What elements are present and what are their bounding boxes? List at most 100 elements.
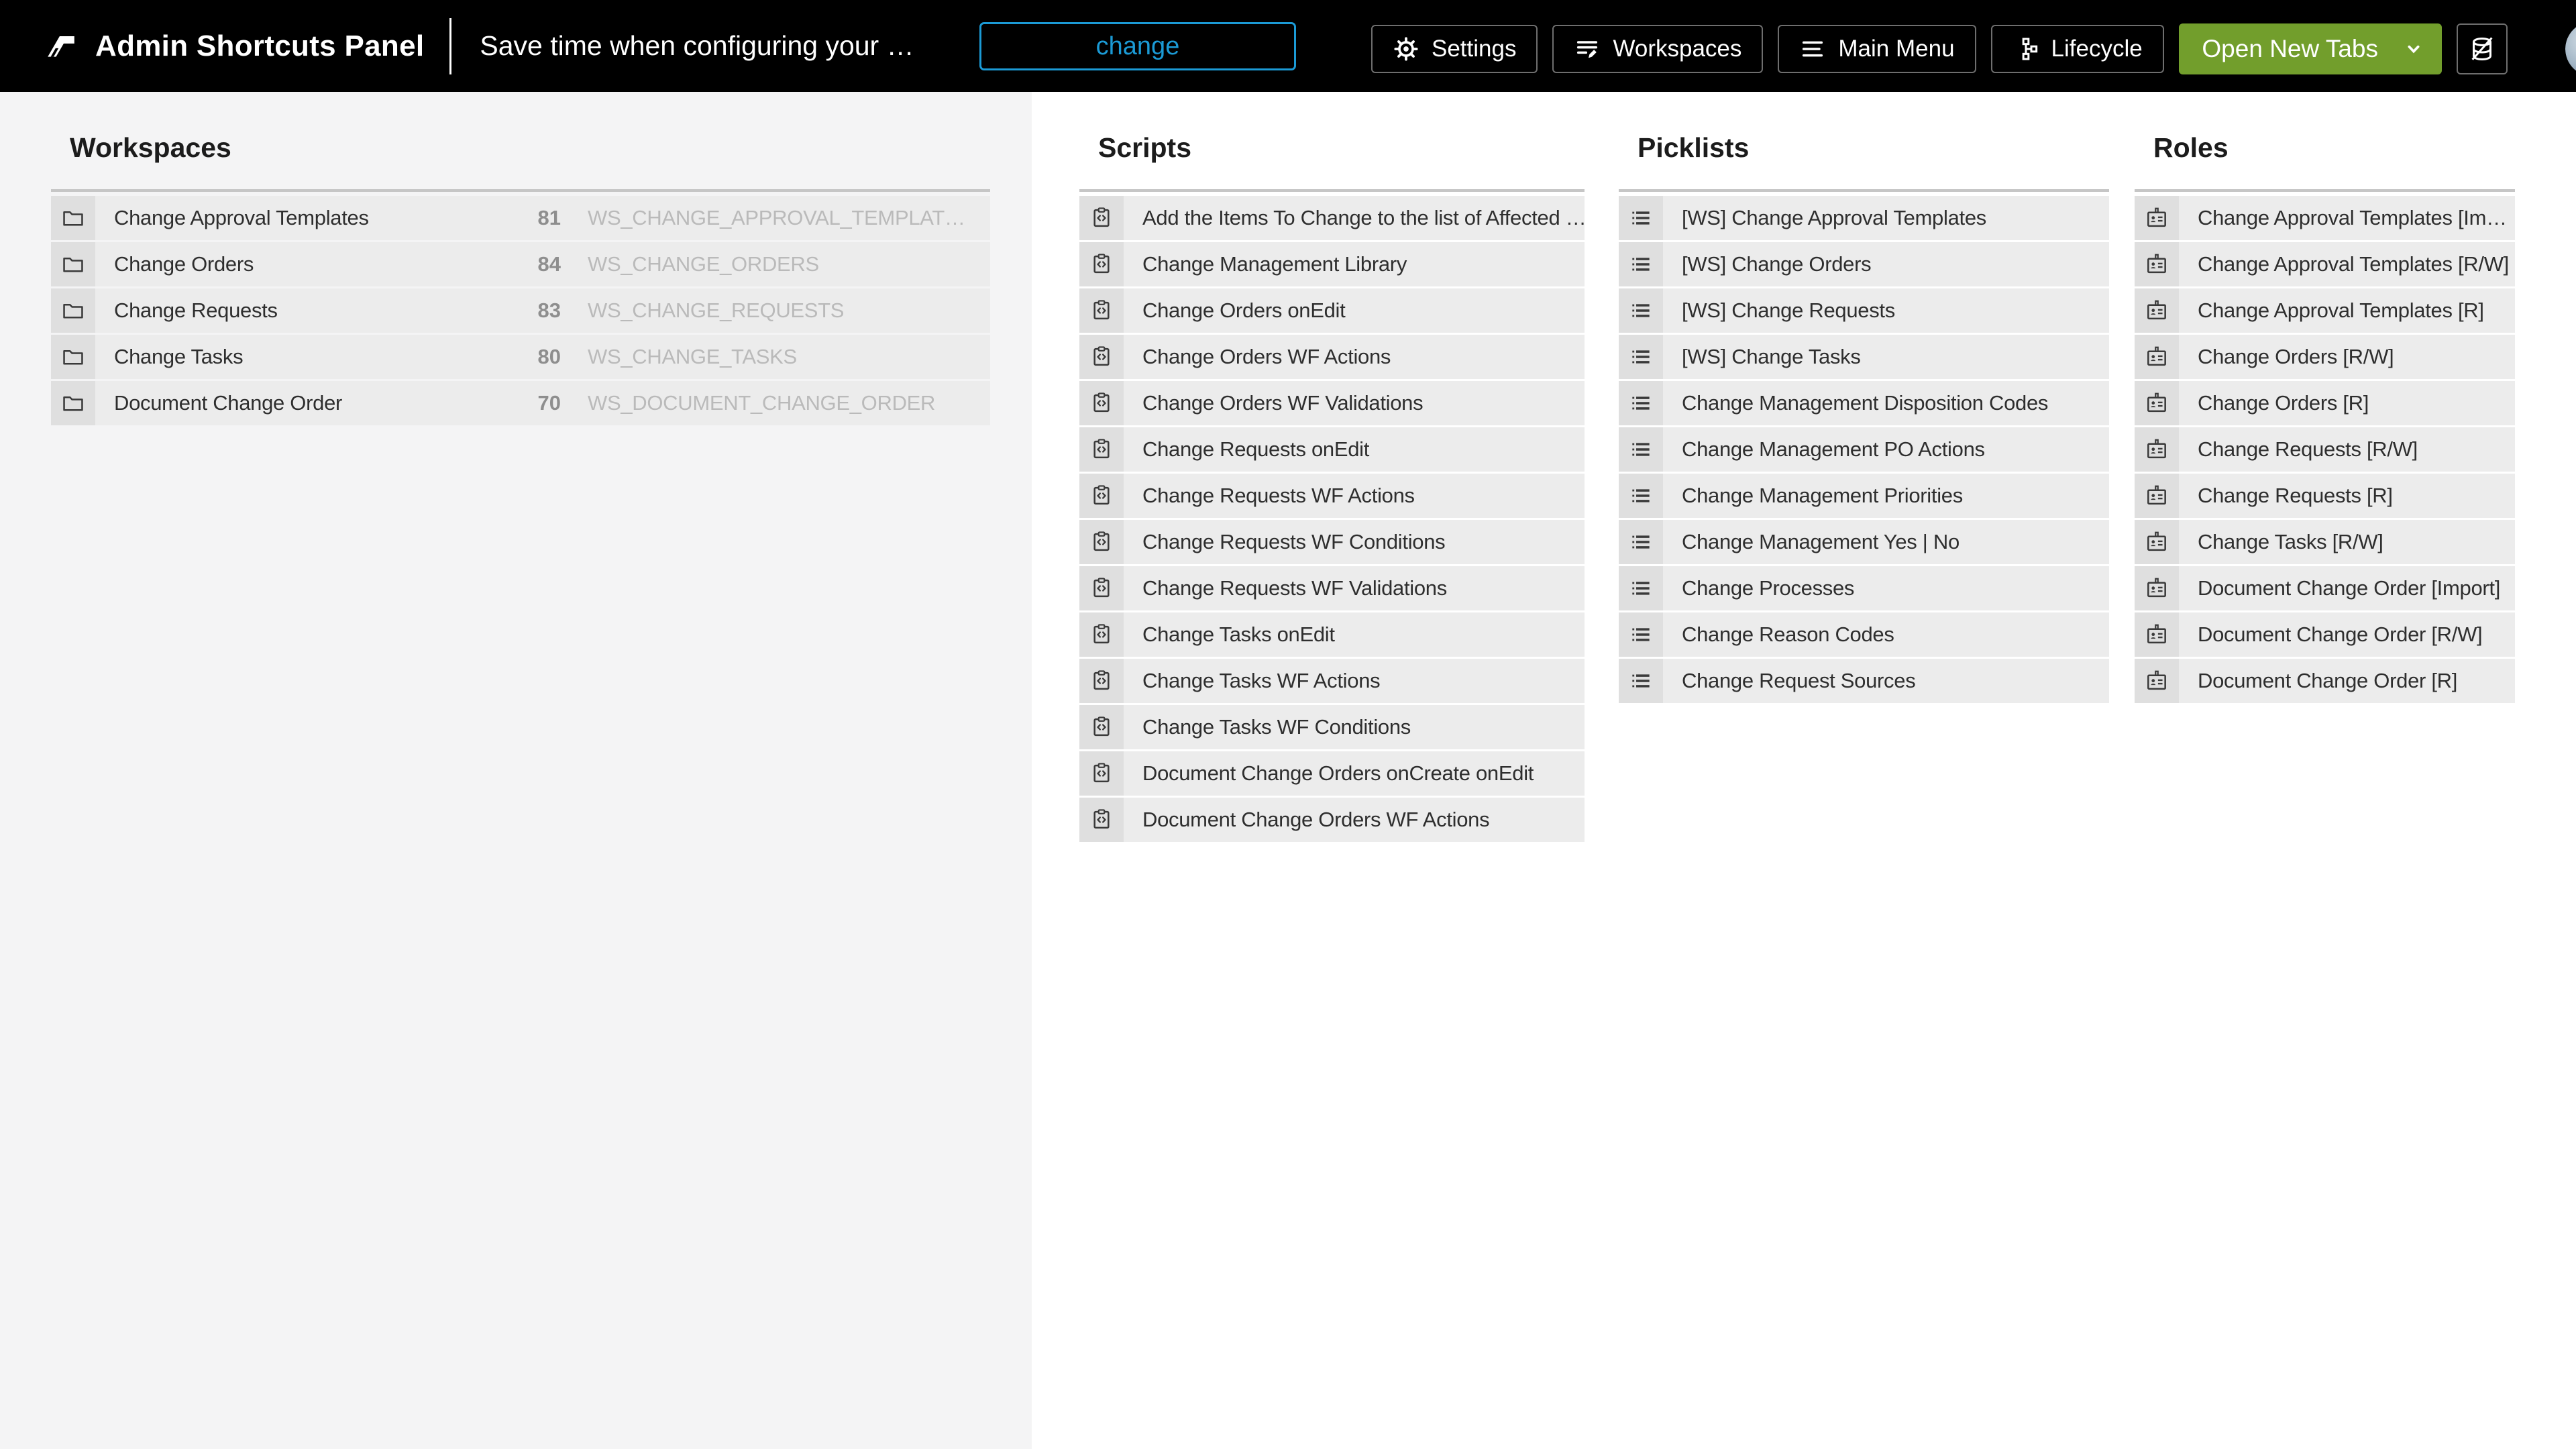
database-slash-icon bbox=[2467, 34, 2498, 64]
script-row[interactable]: Document Change Orders WF Actions bbox=[1079, 798, 1585, 842]
app-header: Admin Shortcuts Panel Save time when con… bbox=[0, 0, 2576, 92]
picklist-row[interactable]: [WS] Change Tasks bbox=[1619, 335, 2109, 379]
script-row[interactable]: Change Tasks WF Conditions bbox=[1079, 705, 1585, 749]
script-row[interactable]: Document Change Orders onCreate onEdit bbox=[1079, 751, 1585, 796]
script-icon bbox=[1079, 381, 1124, 425]
script-row-label: Change Requests WF Actions bbox=[1142, 484, 1585, 508]
settings-button[interactable]: Settings bbox=[1371, 25, 1538, 73]
script-row[interactable]: Change Tasks onEdit bbox=[1079, 612, 1585, 657]
picklist-row[interactable]: Change Processes bbox=[1619, 566, 2109, 610]
workspaces-button-label: Workspaces bbox=[1613, 36, 1741, 62]
workspace-id: 81 bbox=[517, 206, 561, 230]
scripts-list: Add the Items To Change to the list of A… bbox=[1079, 196, 1585, 842]
picklist-row[interactable]: Change Request Sources bbox=[1619, 659, 2109, 703]
workspace-id: 84 bbox=[517, 252, 561, 276]
role-row-label: Change Tasks [R/W] bbox=[2198, 530, 2515, 554]
workspace-name: Change Approval Templates bbox=[114, 206, 517, 230]
picklist-row[interactable]: [WS] Change Approval Templates bbox=[1619, 196, 2109, 240]
header-tagline: Save time when configuring your … bbox=[480, 30, 914, 62]
picklist-row[interactable]: Change Reason Codes bbox=[1619, 612, 2109, 657]
script-row[interactable]: Change Orders WF Validations bbox=[1079, 381, 1585, 425]
picklist-row[interactable]: [WS] Change Orders bbox=[1619, 242, 2109, 286]
badge-icon bbox=[2135, 427, 2179, 472]
role-row[interactable]: Change Orders [R] bbox=[2135, 381, 2515, 425]
role-row-label: Change Approval Templates [R/W] bbox=[2198, 252, 2515, 276]
section-divider bbox=[2135, 189, 2515, 192]
workspace-code: WS_CHANGE_ORDERS bbox=[588, 252, 990, 276]
picklist-row[interactable]: Change Management Priorities bbox=[1619, 474, 2109, 518]
picklist-row[interactable]: [WS] Change Requests bbox=[1619, 288, 2109, 333]
role-row[interactable]: Change Approval Templates [R] bbox=[2135, 288, 2515, 333]
workspace-id: 80 bbox=[517, 345, 561, 369]
list-edit-icon bbox=[1574, 36, 1601, 62]
picklist-row-label: Change Reason Codes bbox=[1682, 623, 2109, 647]
picklist-row[interactable]: Change Management Yes | No bbox=[1619, 520, 2109, 564]
script-row[interactable]: Change Requests onEdit bbox=[1079, 427, 1585, 472]
badge-icon bbox=[2135, 196, 2179, 240]
workspace-row[interactable]: Change Requests83WS_CHANGE_REQUESTS bbox=[51, 288, 990, 333]
script-icon bbox=[1079, 288, 1124, 333]
script-row[interactable]: Change Orders WF Actions bbox=[1079, 335, 1585, 379]
workspace-row[interactable]: Change Approval Templates81 WS_CHANGE_APP… bbox=[51, 196, 990, 240]
header-divider bbox=[449, 18, 451, 74]
workspace-code: WS_DOCUMENT_CHANGE_ORDER bbox=[588, 391, 990, 415]
picklist-row-label: [WS] Change Requests bbox=[1682, 299, 2109, 323]
script-icon bbox=[1079, 705, 1124, 749]
close-all-tabs-button[interactable] bbox=[2457, 23, 2508, 74]
script-row[interactable]: Change Orders onEdit bbox=[1079, 288, 1585, 333]
script-row-label: Change Tasks WF Actions bbox=[1142, 669, 1585, 693]
badge-icon bbox=[2135, 242, 2179, 286]
role-row-label: Change Approval Templates [Im… bbox=[2198, 206, 2515, 230]
workspace-row[interactable]: Document Change Order70WS_DOCUMENT_CHANG… bbox=[51, 381, 990, 425]
script-row-label: Change Management Library bbox=[1142, 252, 1585, 276]
workspace-name: Change Requests bbox=[114, 299, 517, 323]
script-row[interactable]: Change Requests WF Actions bbox=[1079, 474, 1585, 518]
badge-icon bbox=[2135, 335, 2179, 379]
script-row[interactable]: Change Requests WF Conditions bbox=[1079, 520, 1585, 564]
workspaces-list: Change Approval Templates81 WS_CHANGE_APP… bbox=[51, 196, 990, 425]
list-icon bbox=[1619, 612, 1663, 657]
picklist-row[interactable]: Change Management Disposition Codes bbox=[1619, 381, 2109, 425]
badge-icon bbox=[2135, 474, 2179, 518]
script-row[interactable]: Change Requests WF Validations bbox=[1079, 566, 1585, 610]
role-row[interactable]: Document Change Order [R] bbox=[2135, 659, 2515, 703]
open-new-tabs-button[interactable]: Open New Tabs bbox=[2179, 23, 2442, 74]
main-menu-button[interactable]: Main Menu bbox=[1778, 25, 1976, 73]
folder-icon bbox=[51, 381, 95, 425]
role-row[interactable]: Change Approval Templates [R/W] bbox=[2135, 242, 2515, 286]
role-row[interactable]: Document Change Order [Import] bbox=[2135, 566, 2515, 610]
workspace-row[interactable]: Change Orders84WS_CHANGE_ORDERS bbox=[51, 242, 990, 286]
folder-icon bbox=[51, 242, 95, 286]
script-row[interactable]: Change Management Library bbox=[1079, 242, 1585, 286]
picklist-row-label: [WS] Change Approval Templates bbox=[1682, 206, 2109, 230]
workspace-code: WS_CHANGE_APPROVAL_TEMPLAT… bbox=[588, 206, 990, 230]
script-icon bbox=[1079, 798, 1124, 842]
workspace-row[interactable]: Change Tasks80WS_CHANGE_TASKS bbox=[51, 335, 990, 379]
role-row[interactable]: Document Change Order [R/W] bbox=[2135, 612, 2515, 657]
section-divider bbox=[51, 189, 990, 192]
lifecycle-button[interactable]: Lifecycle bbox=[1991, 25, 2164, 73]
role-row[interactable]: Change Requests [R] bbox=[2135, 474, 2515, 518]
badge-icon bbox=[2135, 520, 2179, 564]
role-row[interactable]: Change Requests [R/W] bbox=[2135, 427, 2515, 472]
workspaces-button[interactable]: Workspaces bbox=[1552, 25, 1763, 73]
picklists-list: [WS] Change Approval Templates [WS] Chang… bbox=[1619, 196, 2109, 703]
user-avatar[interactable] bbox=[2565, 21, 2576, 76]
badge-icon bbox=[2135, 288, 2179, 333]
script-row[interactable]: Add the Items To Change to the list of A… bbox=[1079, 196, 1585, 240]
picklist-row-label: Change Processes bbox=[1682, 576, 2109, 600]
role-row[interactable]: Change Tasks [R/W] bbox=[2135, 520, 2515, 564]
script-row[interactable]: Change Tasks WF Actions bbox=[1079, 659, 1585, 703]
section-title-scripts: Scripts bbox=[1098, 132, 1585, 164]
list-icon bbox=[1619, 659, 1663, 703]
section-title-picklists: Picklists bbox=[1638, 132, 2109, 164]
role-row[interactable]: Change Orders [R/W] bbox=[2135, 335, 2515, 379]
picklist-row[interactable]: Change Management PO Actions bbox=[1619, 427, 2109, 472]
script-row-label: Change Orders WF Validations bbox=[1142, 391, 1585, 415]
script-icon bbox=[1079, 612, 1124, 657]
list-icon bbox=[1619, 566, 1663, 610]
role-row[interactable]: Change Approval Templates [Im… bbox=[2135, 196, 2515, 240]
role-row-label: Document Change Order [Import] bbox=[2198, 576, 2515, 600]
search-input[interactable] bbox=[979, 22, 1296, 70]
app-title: Admin Shortcuts Panel bbox=[95, 30, 424, 63]
